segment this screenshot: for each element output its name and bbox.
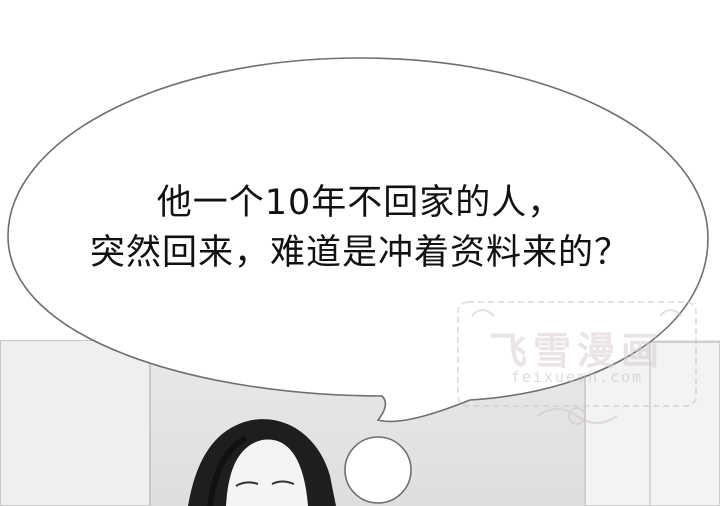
dialogue-text: 他一个10年不回家的人， 突然回来，难道是冲着资料来的？ xyxy=(0,178,720,278)
comic-panel: 他一个10年不回家的人， 突然回来，难道是冲着资料来的？ 飞雪漫画 feixue… xyxy=(0,0,720,506)
dialogue-line-2: 突然回来，难道是冲着资料来的？ xyxy=(89,233,630,273)
watermark: 飞雪漫画 feixuemh.com xyxy=(452,296,702,446)
dialogue-line-1: 他一个10年不回家的人， xyxy=(156,183,564,223)
watermark-title: 飞雪漫画 xyxy=(488,329,665,373)
watermark-url: feixuemh.com xyxy=(510,368,644,386)
